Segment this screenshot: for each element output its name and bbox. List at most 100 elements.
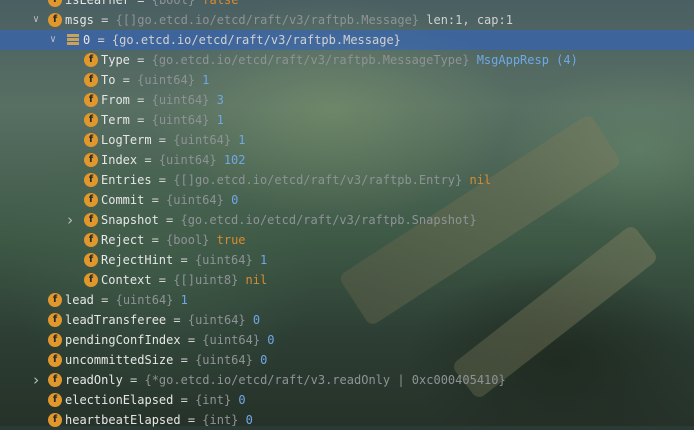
variable-text: 0 = {go.etcd.io/etcd/raft/v3/raftpb.Mess… bbox=[83, 30, 401, 50]
variable-type: {uint64} bbox=[158, 153, 217, 167]
field-icon: f bbox=[84, 273, 98, 287]
variable-row-rejecthint[interactable]: f RejectHint = {uint64} 1 bbox=[0, 250, 694, 270]
variable-value: false bbox=[195, 0, 239, 7]
variable-type: {uint64} bbox=[194, 253, 253, 267]
equals-sign: = bbox=[129, 53, 152, 67]
field-icon: f bbox=[84, 93, 98, 107]
variable-row-pendingconfindex[interactable]: f pendingConfIndex = {uint64} 0 bbox=[0, 330, 694, 350]
variable-value: 1 bbox=[252, 253, 268, 267]
variable-type: {uint64} bbox=[195, 353, 253, 367]
equals-sign: = bbox=[122, 373, 145, 387]
variable-name: electionElapsed bbox=[65, 393, 174, 407]
field-icon: f bbox=[84, 193, 98, 207]
variable-text: msgs = {[]go.etcd.io/etcd/raft/v3/raftpb… bbox=[65, 10, 513, 30]
variable-text: Snapshot = {go.etcd.io/etcd/raft/v3/raft… bbox=[101, 210, 477, 230]
variable-type: {*go.etcd.io/etcd/raft/v3.readOnly | 0xc… bbox=[144, 373, 506, 387]
equals-sign: = bbox=[173, 253, 195, 267]
equals-sign: = bbox=[151, 273, 174, 287]
variable-row-heartbeatelapsed[interactable]: f heartbeatElapsed = {int} 0 bbox=[0, 410, 694, 430]
equals-sign: = bbox=[93, 13, 116, 27]
variable-row-entries[interactable]: f Entries = {[]go.etcd.io/etcd/raft/v3/ra… bbox=[0, 170, 694, 190]
equals-sign: = bbox=[151, 133, 174, 147]
field-icon: f bbox=[84, 233, 98, 247]
variable-row-islearner[interactable]: fisLearner = {bool} false bbox=[0, 0, 694, 10]
variable-type: {go.etcd.io/etcd/raft/v3/raftpb.Snapshot… bbox=[180, 213, 477, 227]
variable-text: electionElapsed = {int} 0 bbox=[65, 390, 246, 410]
variable-row-to[interactable]: f To = {uint64} 1 bbox=[0, 70, 694, 90]
variable-row-electionelapsed[interactable]: f electionElapsed = {int} 0 bbox=[0, 390, 694, 410]
variable-type: {go.etcd.io/etcd/raft/v3/raftpb.MessageT… bbox=[151, 53, 470, 67]
variable-row-readonly[interactable]: › f readOnly = {*go.etcd.io/etcd/raft/v3.r… bbox=[0, 370, 694, 390]
variable-text: Entries = {[]go.etcd.io/etcd/raft/v3/raf… bbox=[101, 170, 491, 190]
chevron-down-icon[interactable]: ∨ bbox=[47, 30, 59, 50]
chevron-down-icon[interactable]: ∨ bbox=[30, 10, 42, 30]
variable-value: {go.etcd.io/etcd/raft/v3/raftpb.Message} bbox=[111, 33, 401, 47]
equals-sign: = bbox=[90, 33, 112, 47]
variable-value: 1 bbox=[231, 133, 246, 147]
variable-name: Reject bbox=[101, 233, 145, 247]
field-icon: f bbox=[84, 73, 98, 87]
variable-text: Commit = {uint64} 0 bbox=[101, 190, 238, 210]
variable-value: len:1, cap:1 bbox=[419, 13, 513, 27]
variable-row-snapshot[interactable]: › f Snapshot = {go.etcd.io/etcd/raft/v3/ra… bbox=[0, 210, 694, 230]
variable-type: {[]uint8} bbox=[173, 273, 239, 287]
variable-type: {uint64} bbox=[151, 113, 210, 127]
variable-text: readOnly = {*go.etcd.io/etcd/raft/v3.rea… bbox=[65, 370, 506, 390]
variable-row-reject[interactable]: f Reject = {bool} true bbox=[0, 230, 694, 250]
variable-name: Snapshot bbox=[101, 213, 159, 227]
variable-value: 0 bbox=[238, 413, 253, 427]
variable-row-0[interactable]: ∨ 0 = {go.etcd.io/etcd/raft/v3/raftpb.Mes… bbox=[0, 30, 694, 50]
equals-sign: = bbox=[115, 73, 138, 87]
equals-sign: = bbox=[166, 313, 188, 327]
variable-name: Type bbox=[101, 53, 130, 67]
variable-type: {int} bbox=[195, 393, 232, 407]
variable-row-logterm[interactable]: f LogTerm = {uint64} 1 bbox=[0, 130, 694, 150]
variable-value: 0 bbox=[260, 333, 275, 347]
variable-name: Context bbox=[101, 273, 152, 287]
variable-name: readOnly bbox=[65, 373, 123, 387]
variable-row-from[interactable]: f From = {uint64} 3 bbox=[0, 90, 694, 110]
equals-sign: = bbox=[180, 413, 203, 427]
field-icon: f bbox=[48, 393, 62, 407]
variable-name: heartbeatElapsed bbox=[65, 413, 181, 427]
variable-name: lead bbox=[65, 293, 94, 307]
chevron-right-icon[interactable]: › bbox=[64, 210, 76, 230]
variable-text: To = {uint64} 1 bbox=[101, 70, 209, 90]
variable-value: 0 bbox=[252, 353, 268, 367]
variable-row-index[interactable]: f Index = {uint64} 102 bbox=[0, 150, 694, 170]
variable-value: nil bbox=[238, 273, 268, 287]
chevron-right-icon[interactable]: › bbox=[30, 370, 42, 390]
variable-value: 1 bbox=[194, 73, 210, 87]
field-icon: f bbox=[84, 133, 98, 147]
variable-name: isLearner bbox=[65, 0, 131, 7]
variable-text: uncommittedSize = {uint64} 0 bbox=[65, 350, 267, 370]
variable-row-commit[interactable]: f Commit = {uint64} 0 bbox=[0, 190, 694, 210]
variable-text: Term = {uint64} 1 bbox=[101, 110, 224, 130]
variable-type: {uint64} bbox=[166, 193, 224, 207]
field-icon: f bbox=[84, 153, 98, 167]
variable-name: pendingConfIndex bbox=[65, 333, 181, 347]
field-icon: f bbox=[48, 0, 62, 7]
variable-value: MsgAppResp (4) bbox=[469, 53, 578, 67]
variable-row-leadtransferee[interactable]: f leadTransferee = {uint64} 0 bbox=[0, 310, 694, 330]
variable-text: lead = {uint64} 1 bbox=[65, 290, 188, 310]
variable-row-term[interactable]: f Term = {uint64} 1 bbox=[0, 110, 694, 130]
variable-row-type[interactable]: f Type = {go.etcd.io/etcd/raft/v3/raftpb.… bbox=[0, 50, 694, 70]
variable-row-uncommittedsize[interactable]: f uncommittedSize = {uint64} 0 bbox=[0, 350, 694, 370]
field-icon: f bbox=[84, 53, 98, 67]
equals-sign: = bbox=[173, 353, 196, 367]
equals-sign: = bbox=[173, 393, 196, 407]
variable-row-context[interactable]: f Context = {[]uint8} nil bbox=[0, 270, 694, 290]
variable-name: msgs bbox=[65, 13, 94, 27]
variable-row-msgs[interactable]: ∨ f msgs = {[]go.etcd.io/etcd/raft/v3/raft… bbox=[0, 10, 694, 30]
variable-type: {bool} bbox=[151, 0, 196, 7]
variable-value: 0 bbox=[223, 193, 239, 207]
variable-type: {uint64} bbox=[151, 93, 210, 107]
variable-name: From bbox=[101, 93, 130, 107]
variable-type: {uint64} bbox=[115, 293, 174, 307]
variable-value: 0 bbox=[245, 313, 261, 327]
variable-type: {uint64} bbox=[202, 333, 261, 347]
variable-value: 1 bbox=[173, 293, 188, 307]
variable-row-lead[interactable]: f lead = {uint64} 1 bbox=[0, 290, 694, 310]
variable-type: {uint64} bbox=[173, 133, 232, 147]
